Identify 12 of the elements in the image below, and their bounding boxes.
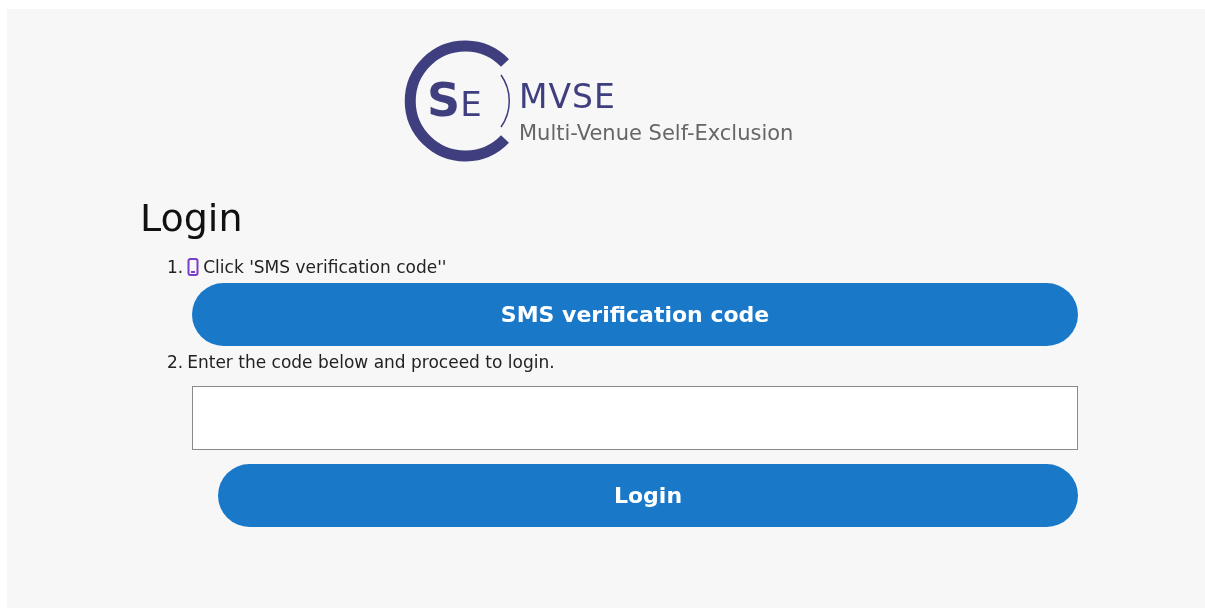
sms-code-button[interactable]: SMS verification code bbox=[192, 283, 1078, 346]
logo-letter: S bbox=[427, 77, 461, 123]
logo-tagline: Multi-Venue Self-Exclusion bbox=[519, 120, 794, 147]
step-text: Click 'SMS verification code'' bbox=[203, 256, 447, 279]
step-number: 1. bbox=[167, 256, 184, 279]
logo-name: MVSE bbox=[519, 79, 617, 115]
logo-letter: E bbox=[460, 83, 482, 126]
code-input-field[interactable] bbox=[192, 386, 1078, 450]
step-text: Enter the code below and proceed to login. bbox=[187, 351, 555, 374]
login-button[interactable]: Login bbox=[218, 464, 1078, 527]
page-title: Login bbox=[140, 195, 244, 241]
step-number: 2. bbox=[167, 351, 184, 374]
